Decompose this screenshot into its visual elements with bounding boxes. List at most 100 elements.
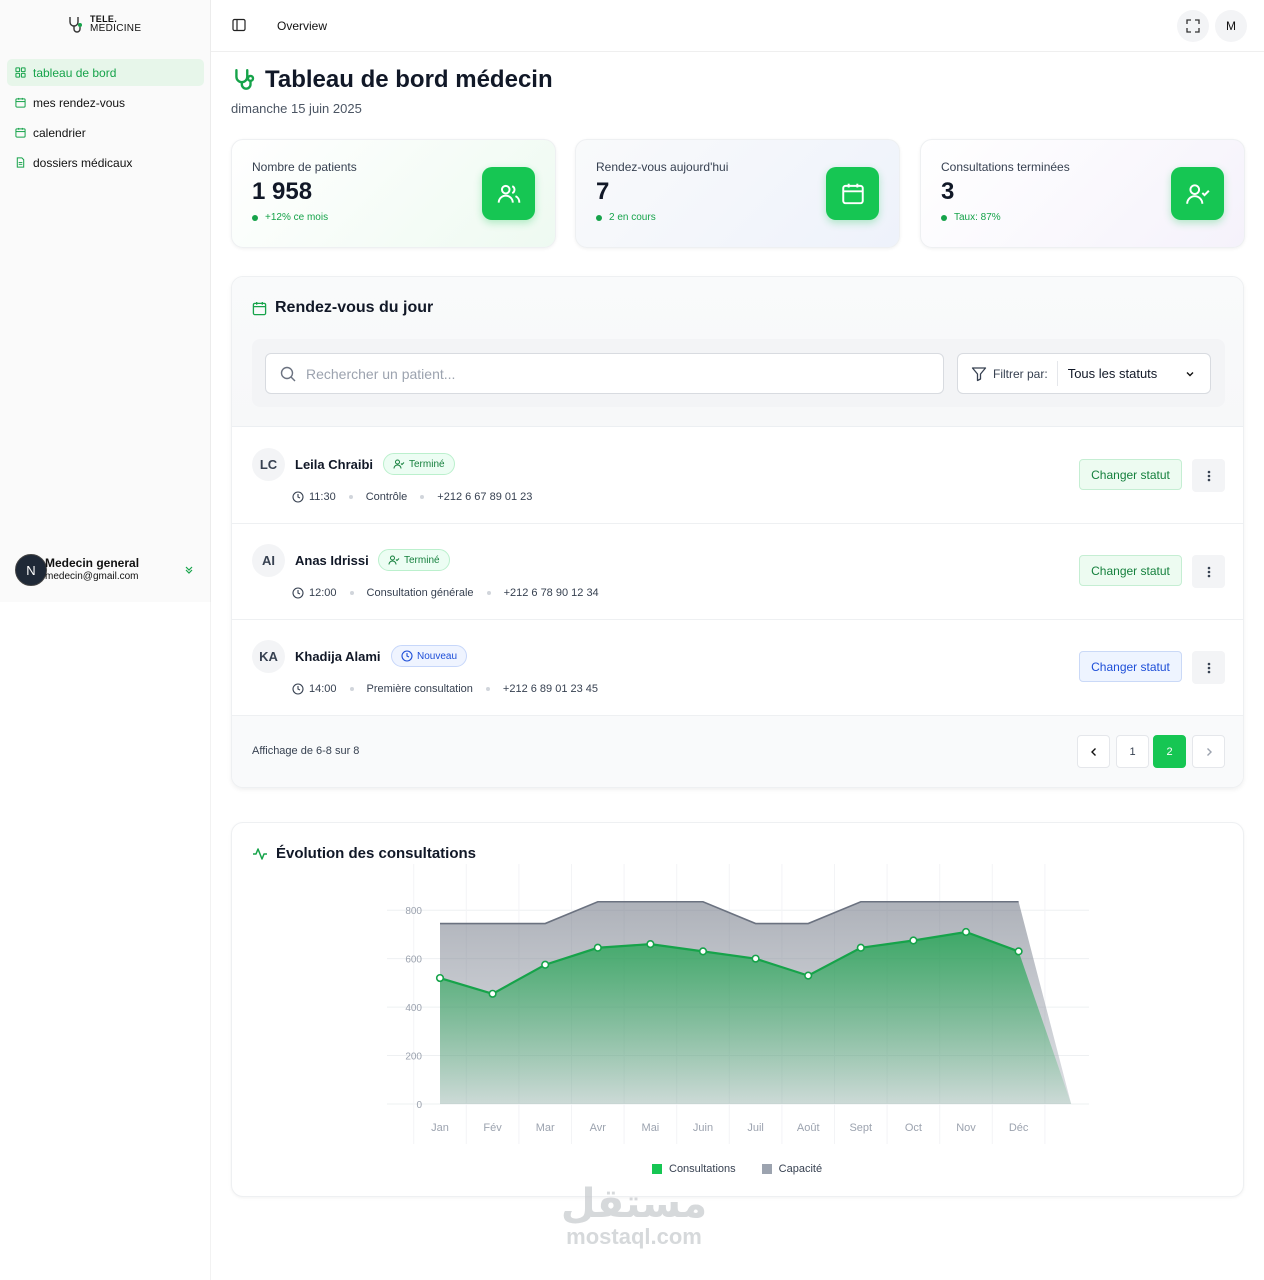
sidebar-item-label: dossiers médicaux <box>33 155 133 170</box>
watermark-latin: mostaql.com <box>566 1224 702 1249</box>
patient-name: Khadija Alami <box>295 649 381 664</box>
more-actions-button[interactable] <box>1192 555 1225 588</box>
chevron-down-icon <box>1186 371 1194 376</box>
data-point <box>593 943 602 952</box>
legend-swatch <box>761 1164 772 1174</box>
status-badge: Terminé <box>383 453 455 475</box>
chevrons-down-icon[interactable] <box>184 565 194 575</box>
appointment-time: 11:30 <box>309 491 336 503</box>
avatar: N <box>15 554 47 586</box>
x-tick-label: Sept <box>849 1122 872 1134</box>
trend-dot <box>941 214 947 221</box>
sidebar-toggle-icon[interactable] <box>232 18 246 32</box>
calendar-icon <box>252 301 267 315</box>
x-tick-label: Fév <box>483 1122 502 1134</box>
stat-trend: Taux: 87% <box>954 212 1001 223</box>
legend-item[interactable]: Consultations <box>652 1163 736 1175</box>
sidebar-item-label: mes rendez-vous <box>33 95 126 110</box>
user-name: Medecin general <box>45 556 140 570</box>
user-check-icon <box>393 459 405 469</box>
separator-dot <box>485 687 490 691</box>
sidebar-item-calendrier[interactable]: calendrier <box>7 119 204 146</box>
filter-value: Tous les statuts <box>1067 366 1158 381</box>
sidebar-item-mes-rendez-vous[interactable]: mes rendez-vous <box>7 89 204 116</box>
data-point <box>1014 947 1023 956</box>
appointment-time: 14:00 <box>309 683 337 695</box>
legend-label: Capacité <box>778 1163 823 1175</box>
stat-card-patients: Nombre de patients 1 958 +12% ce mois <box>231 139 556 248</box>
search-input[interactable] <box>306 365 906 382</box>
sidebar-nav: tableau de bord mes rendez-vous calendri… <box>7 59 204 179</box>
change-status-button[interactable]: Changer statut <box>1079 651 1182 682</box>
y-tick-label: 200 <box>405 1052 422 1063</box>
data-point <box>698 947 708 956</box>
clock-icon <box>292 683 304 695</box>
stat-card-appointments-today: Rendez-vous aujourd'hui 7 2 en cours <box>575 139 900 248</box>
patient-initials: KA <box>252 640 285 673</box>
status-badge: Terminé <box>378 549 450 571</box>
x-tick-label: Juin <box>693 1122 713 1134</box>
logo-line2: MEDICINE <box>90 23 142 34</box>
data-point <box>646 940 655 949</box>
y-tick-label: 400 <box>405 1003 422 1014</box>
appointments-card: Rendez-vous du jour Filtrer par: Tous le… <box>231 276 1244 788</box>
app-logo[interactable]: TELE. MEDICINE <box>66 14 141 34</box>
data-point <box>804 971 813 980</box>
x-tick-label: Juil <box>747 1122 764 1134</box>
change-status-button[interactable]: Changer statut <box>1079 459 1182 490</box>
separator-dot <box>349 687 354 691</box>
stat-trend: +12% ce mois <box>265 212 329 223</box>
change-status-button[interactable]: Changer statut <box>1079 555 1182 586</box>
pagination-bar: Affichage de 6-8 sur 8 1 2 <box>232 716 1243 787</box>
search-icon <box>280 366 296 381</box>
x-tick-label: Mar <box>536 1122 555 1134</box>
pagination-summary: Affichage de 6-8 sur 8 <box>252 745 360 757</box>
user-menu[interactable]: N Medecin general medecin@gmail.com <box>15 553 197 587</box>
x-tick-label: Déc <box>1009 1122 1029 1134</box>
sidebar-item-tableau-de-bord[interactable]: tableau de bord <box>7 59 204 86</box>
filter-bar: Filtrer par: Tous les statuts <box>252 339 1225 407</box>
profile-avatar-button[interactable]: M <box>1215 10 1247 42</box>
more-actions-button[interactable] <box>1192 651 1225 684</box>
page-date: dimanche 15 juin 2025 <box>231 101 362 116</box>
user-check-icon <box>388 555 400 565</box>
patient-phone: +212 6 67 89 01 23 <box>437 491 533 503</box>
status-badge-label: Terminé <box>409 458 445 470</box>
appointment-type: Contrôle <box>365 491 408 503</box>
consultations-chart: 0 200 400 600 800 Jan Fév Mar Avr Mai Juin Juil Aoû… <box>387 864 1089 1144</box>
sidebar-item-label: calendrier <box>33 125 86 140</box>
users-icon <box>497 184 520 203</box>
sidebar-item-label: tableau de bord <box>33 65 117 80</box>
page-button-2[interactable]: 2 <box>1153 735 1186 768</box>
patient-phone: +212 6 78 90 12 34 <box>503 587 599 599</box>
more-actions-button[interactable] <box>1192 459 1225 492</box>
separator-dot <box>486 591 491 595</box>
x-tick-label: Avr <box>590 1122 607 1134</box>
status-badge-label: Nouveau <box>417 650 458 662</box>
data-point <box>961 927 971 937</box>
x-tick-label: Oct <box>905 1122 922 1134</box>
page-title: Tableau de bord médecin <box>231 66 553 94</box>
breadcrumb: Overview <box>277 19 328 33</box>
page-button-1[interactable]: 1 <box>1116 735 1149 768</box>
status-filter-select[interactable]: Filtrer par: Tous les statuts <box>957 353 1211 394</box>
search-box <box>265 353 944 394</box>
stat-card-consultations-done: Consultations terminées 3 Taux: 87% <box>920 139 1245 248</box>
data-point <box>435 973 445 983</box>
watermark: مستقل mostaql.com <box>554 1182 714 1248</box>
stethoscope-icon <box>235 69 255 90</box>
next-page-button[interactable] <box>1192 735 1225 768</box>
sidebar-item-dossiers-medicaux[interactable]: dossiers médicaux <box>7 149 204 176</box>
fullscreen-button[interactable] <box>1177 10 1209 42</box>
more-vertical-icon <box>1207 470 1210 481</box>
appointment-row: KA Khadija Alami Nouveau 14:00 Première … <box>232 620 1243 716</box>
legend-label: Consultations <box>669 1163 736 1175</box>
more-vertical-icon <box>1207 662 1210 673</box>
status-badge: Nouveau <box>391 645 468 667</box>
sidebar-bottom-area <box>0 602 211 1280</box>
legend-item[interactable]: Capacité <box>761 1163 823 1175</box>
dashboard-icon <box>15 67 26 78</box>
appointment-type: Première consultation <box>366 683 473 695</box>
prev-page-button[interactable] <box>1077 735 1110 768</box>
data-point <box>751 954 760 963</box>
